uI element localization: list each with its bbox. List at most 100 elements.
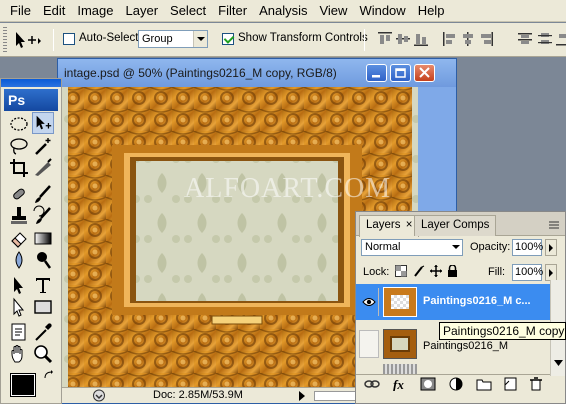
auto-select-checkbox[interactable]	[63, 33, 75, 45]
maximize-button[interactable]	[390, 64, 411, 82]
layer-name-tooltip: Paintings0216_M copy	[439, 322, 566, 340]
rectangle-tool-icon[interactable]	[32, 296, 54, 318]
options-bar: Auto-Select: Group Show Transform Contro…	[0, 23, 566, 57]
eraser-tool-icon[interactable]	[8, 227, 30, 249]
align-vcenter-icon[interactable]	[396, 32, 410, 46]
minimize-button[interactable]	[366, 64, 387, 82]
adjustment-layer-icon[interactable]	[448, 377, 464, 391]
new-layer-icon[interactable]	[502, 377, 518, 391]
path-selection-tool-icon[interactable]	[8, 274, 30, 296]
magic-wand-tool-icon[interactable]	[32, 135, 54, 157]
fill-field[interactable]: 100%	[512, 264, 543, 281]
lock-all-icon[interactable]	[447, 265, 458, 277]
fill-label: Fill:	[488, 266, 506, 278]
gradient-tool-icon[interactable]	[32, 227, 54, 249]
lock-label: Lock:	[363, 266, 390, 278]
layer-row[interactable]: Paintings0216_M c...	[356, 284, 552, 320]
align-right-icon[interactable]	[479, 32, 493, 46]
status-menu-icon[interactable]	[92, 389, 106, 402]
auto-select-label: Auto-Select:	[79, 32, 142, 44]
align-bottom-icon[interactable]	[414, 32, 428, 46]
opacity-slider-button[interactable]	[545, 239, 557, 256]
maximize-icon	[395, 68, 406, 78]
menu-file[interactable]: File	[4, 1, 37, 21]
visibility-toggle[interactable]	[359, 288, 379, 316]
close-button[interactable]	[414, 64, 435, 82]
scroll-down-icon[interactable]	[554, 360, 563, 366]
distribute-vcenter-icon[interactable]	[538, 32, 552, 46]
new-group-icon[interactable]	[476, 377, 492, 391]
slice-tool-icon[interactable]	[32, 157, 54, 179]
options-bar-grip[interactable]	[3, 27, 7, 53]
move-tool-button[interactable]	[32, 112, 54, 134]
fill-slider-button[interactable]	[545, 264, 557, 281]
menu-analysis[interactable]: Analysis	[253, 1, 313, 21]
menu-edit[interactable]: Edit	[37, 1, 71, 21]
menu-filter[interactable]: Filter	[212, 1, 253, 21]
document-size-readout: Doc: 2.85M/53.9M	[153, 389, 243, 401]
brush-tool-icon[interactable]	[32, 183, 54, 205]
transparency-checker	[391, 295, 409, 309]
menu-help[interactable]: Help	[412, 1, 451, 21]
layer-thumbnail	[383, 329, 417, 359]
thumbnail-frame	[390, 336, 410, 352]
add-mask-icon[interactable]	[420, 377, 436, 391]
visibility-toggle[interactable]	[359, 330, 379, 358]
tab-layer-comps[interactable]: Layer Comps	[414, 215, 497, 236]
auto-select-dropdown[interactable]: Group	[138, 30, 208, 48]
distribute-bottom-icon[interactable]	[556, 32, 566, 46]
marquee-tool-icon[interactable]	[8, 113, 30, 135]
blend-mode-dropdown[interactable]: Normal	[361, 239, 463, 256]
eye-icon	[362, 298, 376, 306]
minimize-icon	[372, 75, 380, 78]
lock-transparency-icon[interactable]	[395, 265, 407, 277]
menu-layer[interactable]: Layer	[120, 1, 165, 21]
link-layers-icon[interactable]	[364, 377, 380, 391]
menu-bar: File Edit Image Layer Select Filter Anal…	[0, 0, 566, 22]
status-arrow-icon[interactable]	[298, 391, 306, 401]
align-hcenter-icon[interactable]	[461, 32, 475, 46]
tab-layers-label: Layers	[366, 219, 401, 231]
tab-layers[interactable]: Layers ×	[359, 215, 420, 237]
toolbox-panel: Ps	[0, 78, 62, 404]
svg-text:fx: fx	[393, 377, 404, 391]
history-brush-tool-icon[interactable]	[32, 205, 54, 227]
lock-pixels-icon[interactable]	[413, 265, 425, 277]
lock-position-icon[interactable]	[430, 265, 442, 277]
blur-tool-icon[interactable]	[8, 249, 30, 271]
trash-icon[interactable]	[528, 377, 544, 391]
clone-stamp-tool-icon[interactable]	[8, 205, 30, 227]
blend-mode-value: Normal	[365, 241, 401, 253]
lasso-tool-icon[interactable]	[8, 135, 30, 157]
layers-panel-tabs: Layers × Layer Comps	[356, 212, 565, 237]
show-transform-checkbox[interactable]	[222, 33, 234, 45]
crop-tool-icon[interactable]	[8, 157, 30, 179]
eyedropper-tool-icon[interactable]	[32, 321, 54, 343]
distribute-top-icon[interactable]	[518, 32, 532, 46]
panel-menu-icon[interactable]	[548, 220, 560, 230]
tab-close-icon[interactable]: ×	[406, 219, 413, 231]
toolbox-titlebar[interactable]	[1, 79, 61, 87]
options-separator	[364, 29, 365, 51]
zoom-tool-icon[interactable]	[32, 343, 54, 365]
spot-healing-tool-icon[interactable]	[8, 183, 30, 205]
align-top-icon[interactable]	[378, 32, 392, 46]
type-tool-icon[interactable]	[32, 274, 54, 296]
document-titlebar[interactable]: intage.psd @ 50% (Paintings0216_M copy, …	[58, 59, 456, 87]
chevron-down-icon	[193, 31, 207, 47]
move-tool-preset-icon[interactable]	[10, 29, 44, 51]
foreground-color-swatch[interactable]	[10, 373, 36, 397]
layer-style-fx-icon[interactable]: fx	[392, 377, 408, 391]
opacity-field[interactable]: 100%	[512, 239, 543, 256]
menu-image[interactable]: Image	[71, 1, 119, 21]
menu-window[interactable]: Window	[353, 1, 411, 21]
dodge-tool-icon[interactable]	[32, 249, 54, 271]
menu-view[interactable]: View	[313, 1, 353, 21]
menu-select[interactable]: Select	[164, 1, 212, 21]
align-left-icon[interactable]	[443, 32, 457, 46]
notes-tool-icon[interactable]	[8, 321, 30, 343]
photoshop-logo[interactable]: Ps	[4, 89, 58, 111]
direct-selection-tool-icon[interactable]	[8, 296, 30, 318]
swap-colors-icon[interactable]	[43, 369, 55, 381]
hand-tool-icon[interactable]	[8, 343, 30, 365]
